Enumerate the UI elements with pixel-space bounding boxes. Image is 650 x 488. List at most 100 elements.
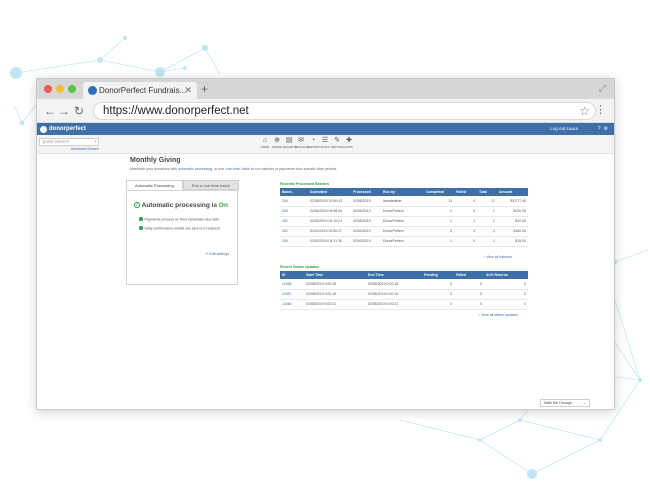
column-header[interactable]: Failed (454, 271, 484, 279)
edit-settings-link[interactable]: ✎ Edit settings (205, 252, 229, 256)
table-cell[interactable]: 262 (280, 216, 308, 227)
table-cell[interactable]: 260 (280, 236, 308, 247)
table-cell: 02/08/2019 0:00:16 (304, 289, 366, 300)
table-cell: DonorPerfect (381, 216, 424, 227)
column-header[interactable]: ACH Returns (484, 271, 528, 279)
clipboard-icon: ☰ (321, 137, 329, 144)
toolbar-online[interactable]: ⊕ ONLINE (271, 137, 283, 149)
puzzle-icon: ✚ (346, 137, 352, 144)
tab-one-time-batch[interactable]: Run a one-time batch (182, 180, 239, 190)
chevron-down-icon: ⌄ (582, 401, 586, 405)
table-cell: 13 (424, 196, 454, 207)
toolbar-apps[interactable]: ✚ APPS (343, 137, 355, 149)
column-header[interactable]: Batch.. (280, 188, 308, 196)
tab-automatic-processing[interactable]: Automatic Processing (126, 180, 183, 190)
close-tab-icon[interactable]: ✕ (184, 82, 192, 99)
table-cell: 02/06/2019 (351, 206, 381, 217)
toolbar-receipts[interactable]: ▤ RECEIPTS (283, 137, 297, 149)
header-icons: ?⚙ (598, 123, 611, 135)
automatic-processing-link[interactable]: automatic processing (178, 167, 212, 171)
table-cell: $3,277.40 (497, 196, 528, 207)
table-cell: 02/08/2019 0:00:21 (366, 299, 422, 310)
table-cell[interactable]: 264 (280, 196, 308, 207)
quick-search-input[interactable]: Quick Search ⌕ (39, 138, 99, 146)
table-cell: 17 (477, 196, 497, 207)
walk-me-through-button[interactable]: Walk Me Through ⌄ (540, 399, 590, 407)
column-header[interactable]: Run by (381, 188, 424, 196)
table-cell: 02/08/2019 0:00:18 (366, 279, 422, 290)
app-toolbar: Quick Search ⌕ Advanced Search ⌂ HOME ⊕ ON… (37, 135, 614, 154)
browser-tab[interactable]: DonorPerfect Fundrais... ✕ (83, 82, 197, 99)
column-header[interactable]: End Time (366, 271, 422, 279)
back-arrow-icon[interactable]: ← (44, 103, 56, 119)
table-cell[interactable]: 263 (280, 206, 308, 217)
fullscreen-icon[interactable]: ⤢ (599, 83, 606, 94)
note-item: Daily confirmation emails are sent to 0 … (139, 226, 220, 231)
table-cell: 0 (454, 279, 484, 290)
table-cell: 1 (477, 206, 497, 217)
table-cell[interactable]: 11567 (280, 289, 304, 300)
pie-chart-icon: ◔ (310, 137, 316, 144)
column-header[interactable]: Amount (497, 188, 528, 196)
table-cell: 0 (422, 279, 454, 290)
forward-arrow-icon[interactable]: → (58, 103, 70, 119)
table-cell: DonorPerfect (381, 226, 424, 237)
table-row: 262 02/05/2019 02:10:21 02/05/2019 DonorPer… (280, 216, 528, 227)
table-cell[interactable]: 11566 (280, 299, 304, 310)
url-field[interactable]: https://www.donorperfect.net (93, 102, 596, 120)
note-item: Payments process on their scheduled due … (139, 217, 219, 222)
table-cell: 0 (454, 289, 484, 300)
bookmark-star-icon[interactable]: ☆ (579, 104, 590, 118)
donorperfect-logo[interactable]: donorperfect (40, 124, 86, 134)
logout-link[interactable]: Log out Laura (550, 123, 578, 135)
reload-icon[interactable]: ↻ (74, 103, 84, 119)
table-row: 11566 02/08/2019 0:00:21 02/08/2019 0:00:2… (280, 299, 528, 310)
tab-strip: DonorPerfect Fundrais... ✕ + ⤢ (37, 79, 614, 99)
settings-gear-icon[interactable]: ⚙ (604, 126, 611, 132)
toolbar-icons: ⌂ HOME ⊕ ONLINE ▤ RECEIPTS ✉ MAILINGS ◔ REPOR… (259, 137, 355, 149)
toolbar-settings[interactable]: ✎ SETTINGS (331, 137, 345, 149)
main-content: Monthly Giving Maximize your donations w… (37, 154, 614, 409)
column-header[interactable]: Pending (422, 271, 454, 279)
table-cell[interactable]: 11568 (280, 279, 304, 290)
column-header[interactable]: Submitted (308, 188, 351, 196)
table-cell: 0 (454, 236, 477, 247)
table-cell[interactable]: 261 (280, 226, 308, 237)
table-cell: 0 (454, 299, 484, 310)
table-cell: 1 (424, 216, 454, 227)
browser-menu-icon[interactable]: ⋮ (595, 103, 606, 117)
processing-tabs: Automatic Processing Run a one-time batc… (126, 180, 239, 190)
toolbar-home[interactable]: ⌂ HOME (259, 137, 271, 149)
new-tab-button[interactable]: + (201, 82, 208, 96)
column-header[interactable]: Processed (351, 188, 381, 196)
table-cell: $160.00 (497, 226, 528, 237)
table-cell: 0 (422, 299, 454, 310)
home-icon: ⌂ (262, 137, 268, 144)
maximize-window-button[interactable] (68, 85, 76, 93)
table-cell: 2 (477, 216, 497, 227)
table-cell: DonorPerfect (381, 206, 424, 217)
table-row: 11568 02/08/2019 0:00:18 02/08/2019 0:00:1… (280, 279, 528, 290)
plus-circle-icon: ⊕ (274, 137, 280, 144)
table-cell: $15.00 (497, 236, 528, 247)
column-header[interactable]: Failed (454, 188, 477, 196)
toolbar-reports[interactable]: ◔ REPORTS (307, 137, 320, 149)
search-icon[interactable]: ⌕ (94, 139, 97, 145)
table-row: 263 02/06/2019 04:55:44 02/06/2019 DonorPer… (280, 206, 528, 217)
view-all-batches-link[interactable]: ⌕ View all batches (483, 255, 512, 259)
toolbar-tasks[interactable]: ☰ TASKS (319, 137, 331, 149)
view-all-status-link[interactable]: ⌕ View all status updates (478, 313, 518, 317)
toolbar-mailings[interactable]: ✉ MAILINGS (295, 137, 308, 149)
table-cell: 3 (424, 226, 454, 237)
one-time-batch-link[interactable]: 'one-time' batch (225, 167, 250, 171)
column-header[interactable]: Start Time (304, 271, 366, 279)
advanced-search-link[interactable]: Advanced Search (71, 147, 99, 151)
table-cell: 3 (477, 226, 497, 237)
wrench-icon: ✎ (334, 137, 340, 144)
close-window-button[interactable] (44, 85, 52, 93)
column-header[interactable]: Total (477, 188, 497, 196)
column-header[interactable]: ID (280, 271, 304, 279)
table-cell: 4 (454, 196, 477, 207)
minimize-window-button[interactable] (56, 85, 64, 93)
column-header[interactable]: Completed (424, 188, 454, 196)
